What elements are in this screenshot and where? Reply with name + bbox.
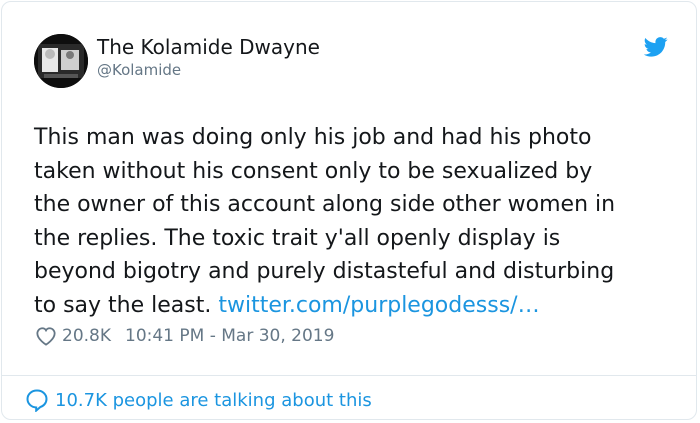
- tweet-text-line: to say the least.: [34, 292, 212, 318]
- heart-icon[interactable]: [35, 326, 57, 346]
- tweet-text-line: This man was doing only his job and had …: [34, 125, 592, 150]
- divider: [2, 375, 696, 376]
- tweet-text-line: beyond bigotry and purely distasteful an…: [34, 259, 615, 284]
- tweet-text-line: the replies. The toxic trait y'all openl…: [34, 225, 561, 251]
- twitter-bird-icon[interactable]: [644, 37, 668, 57]
- tweet-timestamp[interactable]: 10:41 PM - Mar 30, 2019: [125, 326, 334, 346]
- tweet-text-last-line: to say the least. twitter.com/purplegode…: [34, 289, 684, 323]
- tweet-card: The Kolamide Dwayne @Kolamide This man w…: [1, 1, 697, 420]
- tweet-text-line: the owner of this account along side oth…: [34, 192, 616, 217]
- speech-bubble-icon: [26, 389, 48, 412]
- tweet-link[interactable]: twitter.com/purplegodesss/…: [218, 293, 539, 318]
- author-handle[interactable]: @Kolamide: [97, 61, 181, 79]
- talking-about-text[interactable]: 10.7K people are talking about this: [55, 390, 372, 411]
- avatar-photo: [34, 34, 88, 88]
- avatar[interactable]: [34, 34, 88, 88]
- tweet-meta: 20.8K 10:41 PM - Mar 30, 2019: [35, 324, 334, 348]
- author-display-name[interactable]: The Kolamide Dwayne: [97, 35, 320, 59]
- tweet-text: This man was doing only his job and had …: [34, 121, 684, 322]
- conversation-link[interactable]: 10.7K people are talking about this: [25, 387, 372, 413]
- like-count[interactable]: 20.8K: [62, 326, 111, 346]
- tweet-text-line: taken without his consent only to be sex…: [34, 158, 593, 184]
